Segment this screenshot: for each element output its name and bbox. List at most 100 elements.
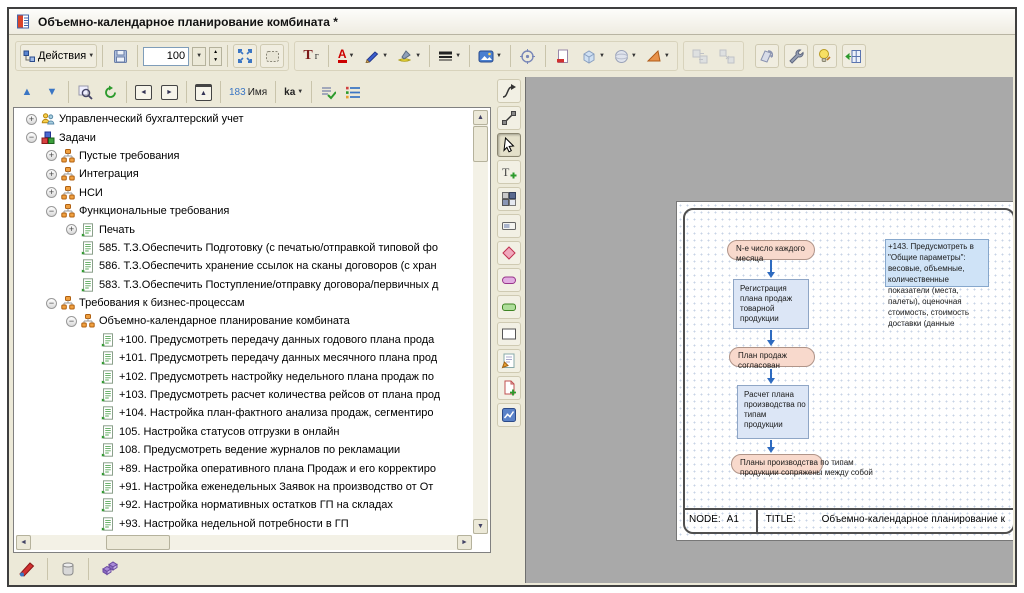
- tree-item[interactable]: +92. Настройка нормативных остатков ГП н…: [16, 496, 472, 514]
- tree-item[interactable]: −Объемно-календарное планирование комбин…: [16, 312, 472, 330]
- tree-item[interactable]: 583. Т.З.Обеспечить Поступление/отправку…: [16, 276, 472, 294]
- pointer-tool[interactable]: [497, 133, 521, 157]
- text-color-button[interactable]: А ▼: [334, 44, 358, 68]
- org-icon: [61, 149, 75, 163]
- collapse-minus-icon[interactable]: −: [66, 316, 77, 327]
- tree-item[interactable]: +103. Предусмотреть расчет количества ре…: [16, 386, 472, 404]
- move-down-button[interactable]: ▼: [41, 81, 63, 103]
- tree-vertical-scrollbar[interactable]: ▲ ▼: [473, 110, 488, 534]
- fill-color-button[interactable]: ▼: [394, 44, 424, 68]
- expand-plus-icon[interactable]: +: [46, 150, 57, 161]
- scroll-down-button[interactable]: ▼: [473, 519, 488, 534]
- tree-item[interactable]: +89. Настройка оперативного плана Продаж…: [16, 459, 472, 477]
- field-tool[interactable]: [497, 214, 521, 238]
- expand-plus-icon[interactable]: +: [46, 169, 57, 180]
- tree-item[interactable]: 108. Предусмотреть ведение журналов по р…: [16, 441, 472, 459]
- sort-button[interactable]: ka▼: [281, 81, 306, 103]
- refresh-button[interactable]: [99, 81, 121, 103]
- tree-item[interactable]: +Печать: [16, 220, 472, 238]
- rotate-button[interactable]: [755, 44, 779, 68]
- zoom-fit-button[interactable]: [233, 44, 257, 68]
- expand-node-button[interactable]: ►: [158, 81, 181, 103]
- cone-button[interactable]: ▼: [643, 44, 673, 68]
- scrollbar-thumb[interactable]: [106, 535, 170, 550]
- collapse-minus-icon[interactable]: −: [46, 206, 57, 217]
- select-region-button[interactable]: [260, 44, 284, 68]
- search-button[interactable]: [74, 81, 96, 103]
- go-up-level-button[interactable]: ▲: [192, 81, 215, 103]
- tree-item[interactable]: +93. Настройка недельной потребности в Г…: [16, 515, 472, 533]
- tree-item[interactable]: +Управленческий бухгалтерский учет: [16, 110, 472, 128]
- tree-item[interactable]: 585. Т.З.Обеспечить Подготовку (с печать…: [16, 239, 472, 257]
- spinner-down-icon[interactable]: ▼: [210, 56, 221, 65]
- check-tree-button[interactable]: [317, 81, 339, 103]
- zoom-dropdown-button[interactable]: ▼: [192, 47, 206, 66]
- point-button[interactable]: [516, 44, 540, 68]
- rectangle-tool[interactable]: [497, 322, 521, 346]
- doc-add-tool[interactable]: [497, 376, 521, 400]
- sphere-button[interactable]: ▼: [611, 44, 640, 68]
- scroll-left-button[interactable]: ◄: [16, 535, 31, 550]
- ellipse-tool[interactable]: [497, 268, 521, 292]
- text-tool[interactable]: T: [497, 160, 521, 184]
- picture-button[interactable]: ▼: [475, 44, 505, 68]
- cube-button[interactable]: ▼: [578, 44, 608, 68]
- cone-icon: [646, 49, 662, 63]
- brush-button[interactable]: [15, 557, 39, 581]
- tree-item[interactable]: +Пустые требования: [16, 147, 472, 165]
- ungroup-button[interactable]: [715, 44, 739, 68]
- tree-item[interactable]: +91. Настройка еженедельных Заявок на пр…: [16, 478, 472, 496]
- scrollbar-thumb[interactable]: [473, 126, 488, 162]
- expand-plus-icon[interactable]: +: [26, 114, 37, 125]
- scroll-right-button[interactable]: ►: [457, 535, 472, 550]
- font-button[interactable]: Тг: [299, 44, 323, 68]
- collapse-node-button[interactable]: ◄: [132, 81, 155, 103]
- tree-item[interactable]: 586. Т.З.Обеспечить хранение ссылок на с…: [16, 257, 472, 275]
- collapse-minus-icon[interactable]: −: [26, 132, 37, 143]
- connector-curve-tool[interactable]: [497, 79, 521, 103]
- save-icon: [113, 49, 128, 64]
- tree-item[interactable]: −Задачи: [16, 128, 472, 146]
- collapse-minus-icon[interactable]: −: [46, 298, 57, 309]
- insert-to-table-button[interactable]: [842, 44, 866, 68]
- tree-settings-button[interactable]: [342, 81, 364, 103]
- tools-button[interactable]: [784, 44, 808, 68]
- decision-tool[interactable]: [497, 241, 521, 265]
- tree-item[interactable]: +102. Предусмотреть настройку недельного…: [16, 367, 472, 385]
- expand-plus-icon[interactable]: +: [46, 187, 57, 198]
- tree-item[interactable]: +Интеграция: [16, 165, 472, 183]
- connector-line-tool[interactable]: [497, 106, 521, 130]
- tree-item[interactable]: +100. Предусмотреть передачу данных годо…: [16, 331, 472, 349]
- show-name-button[interactable]: 183 Имя: [226, 81, 270, 103]
- actions-button[interactable]: Действия ▼: [20, 44, 97, 68]
- doc-icon: [101, 370, 115, 384]
- page-break-button[interactable]: [551, 44, 575, 68]
- group-button[interactable]: [688, 44, 712, 68]
- doc-edit-tool[interactable]: [497, 349, 521, 373]
- tree-horizontal-scrollbar[interactable]: ◄ ►: [16, 535, 472, 550]
- copy-blocks-button[interactable]: [97, 557, 121, 581]
- move-up-button[interactable]: ▲: [16, 81, 38, 103]
- tree-item[interactable]: +НСИ: [16, 184, 472, 202]
- tree-item[interactable]: +104. Настройка план-фактного анализа пр…: [16, 404, 472, 422]
- rounded-rect-tool[interactable]: [497, 295, 521, 319]
- zoom-spinner[interactable]: ▲▼: [209, 47, 222, 66]
- tree-item[interactable]: 105. Настройка статусов отгрузки в онлай…: [16, 423, 472, 441]
- chart-tool[interactable]: [497, 403, 521, 427]
- scroll-up-button[interactable]: ▲: [473, 110, 488, 125]
- tree-item[interactable]: +101. Предусмотреть передачу данных меся…: [16, 349, 472, 367]
- tree-item[interactable]: −Функциональные требования: [16, 202, 472, 220]
- spinner-up-icon[interactable]: ▲: [210, 48, 221, 57]
- save-button[interactable]: [108, 44, 132, 68]
- purple-blocks-icon: [100, 561, 118, 577]
- zoom-input[interactable]: 100: [143, 47, 189, 66]
- line-style-button[interactable]: ▼: [435, 44, 464, 68]
- tree-item[interactable]: −Требования к бизнес-процессам: [16, 294, 472, 312]
- sort-label: ka: [284, 87, 295, 98]
- group-block-tool[interactable]: [497, 187, 521, 211]
- line-color-button[interactable]: ▼: [361, 44, 391, 68]
- doc-icon: [81, 278, 95, 292]
- object-3d-button[interactable]: [56, 557, 80, 581]
- help-button[interactable]: [813, 44, 837, 68]
- expand-plus-icon[interactable]: +: [66, 224, 77, 235]
